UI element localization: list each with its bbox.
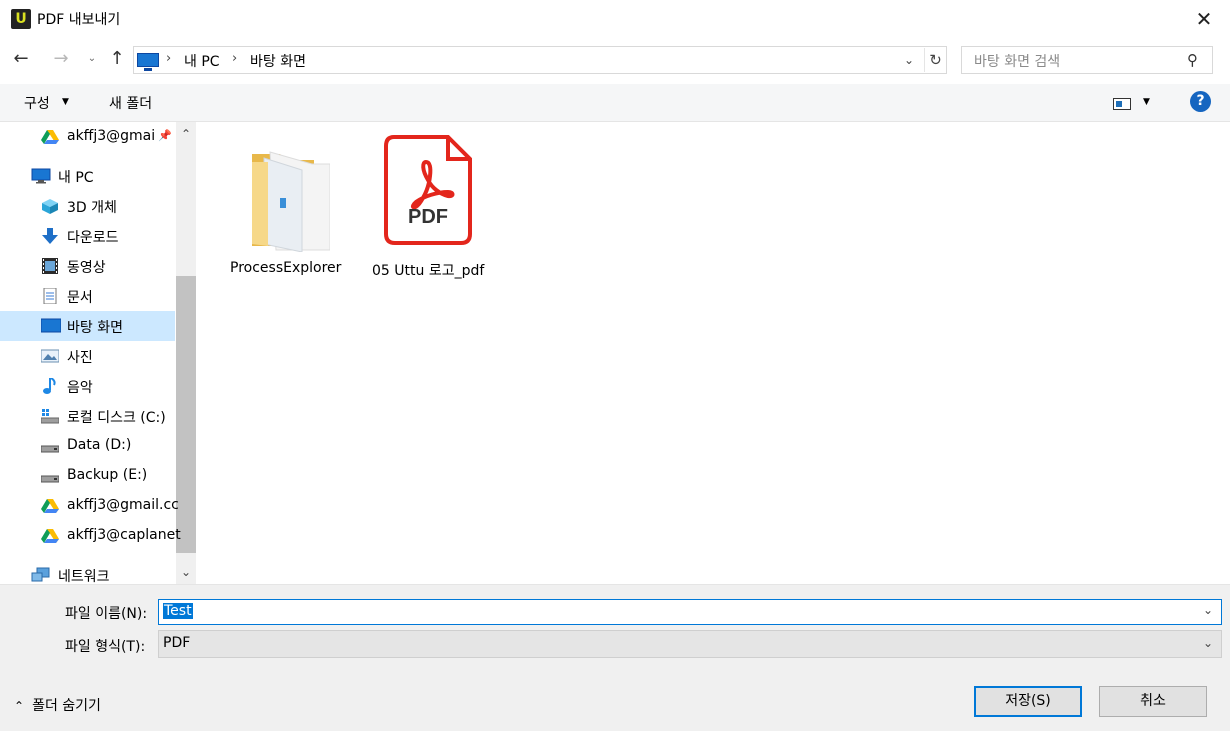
recent-locations-chevron-icon[interactable]: ⌄ [84,46,100,72]
caret-down-icon[interactable]: ▼ [62,97,69,107]
pin-icon: 📌 [158,129,172,142]
organize-button[interactable]: 구성 [24,93,50,113]
command-bar: 구성 ▼ 새 폴더 ▼ [0,84,1230,122]
nav-item-videos[interactable]: 동영상 [0,251,175,281]
breadcrumb-separator: › [166,51,172,66]
google-drive-icon [41,499,59,513]
nav-item-label: akffj3@gmai [67,128,156,144]
nav-item-label: 네트워크 [58,569,110,584]
download-icon [42,228,58,244]
filetype-select[interactable]: PDF ⌄ [158,630,1222,658]
hide-folders-button[interactable]: ⌃ 폴더 숨기기 [14,695,101,715]
nav-item-3d-objects[interactable]: 3D 개체 [0,191,175,221]
drive-icon [41,475,59,483]
nav-item-label: 동영상 [67,260,106,276]
nav-item-label: 음악 [67,380,93,396]
nav-item-network[interactable]: 네트워크 [0,560,175,584]
filename-value[interactable]: Test [163,603,193,619]
file-item-folder[interactable]: ProcessExplorer [230,132,342,282]
search-placeholder: 바탕 화면 검색 [974,54,1061,70]
video-icon [42,258,58,274]
filename-input[interactable]: Test ⌄ [158,599,1222,625]
scroll-down-icon[interactable]: ⌄ [176,560,196,584]
file-list-area[interactable]: ProcessExplorer PDF 05 Uttu 로고_pdf [196,122,1230,584]
drive-icon [41,445,59,453]
3d-objects-icon [42,199,58,214]
google-drive-icon [41,130,59,144]
window-title: PDF 내보내기 [37,12,121,28]
nav-item-label: 사진 [67,350,93,366]
nav-item-google-drive-pinned[interactable]: akffj3@gmai 📌 [0,122,175,152]
nav-item-label: 다운로드 [67,230,119,246]
pictures-icon [41,349,59,363]
google-drive-icon [41,529,59,543]
nav-item-local-disk-c[interactable]: 로컬 디스크 (C:) [0,401,175,431]
file-item-pdf[interactable]: PDF 05 Uttu 로고_pdf [372,132,485,282]
help-icon[interactable]: ? [1190,91,1211,112]
back-arrow-icon[interactable]: ← [8,46,34,72]
pc-icon [31,168,51,184]
caret-down-icon[interactable]: ▼ [1143,97,1150,107]
file-name: ProcessExplorer [230,260,342,276]
nav-item-label: 내 PC [58,170,94,186]
pdf-badge: PDF [408,206,448,228]
up-arrow-icon[interactable]: ↑ [104,46,130,72]
nav-item-label: 바탕 화면 [67,320,123,336]
network-icon [31,567,50,582]
save-button[interactable]: 저장(S) [974,686,1082,717]
nav-item-pictures[interactable]: 사진 [0,341,175,371]
new-folder-button[interactable]: 새 폴더 [109,93,152,113]
chevron-down-icon[interactable]: ⌄ [1203,636,1213,650]
filetype-value: PDF [163,635,191,651]
filename-label: 파일 이름(N): [65,606,148,622]
nav-item-label: 문서 [67,290,93,306]
nav-item-google-drive-caplanet[interactable]: akffj3@caplanet [0,521,181,551]
chevron-down-icon[interactable]: ⌄ [1203,603,1213,617]
nav-item-label: 3D 개체 [67,200,117,216]
chevron-down-icon[interactable]: ⌄ [898,49,920,71]
nav-item-backup-e[interactable]: Backup (E:) [0,461,175,491]
breadcrumb-separator: › [232,51,238,66]
nav-item-desktop[interactable]: 바탕 화면 [0,311,175,341]
nav-item-label: 로컬 디스크 (C:) [67,410,166,426]
cancel-button[interactable]: 취소 [1099,686,1207,717]
search-input[interactable]: 바탕 화면 검색 ⚲ [961,46,1213,74]
nav-item-documents[interactable]: 문서 [0,281,175,311]
file-name: 05 Uttu 로고_pdf [372,263,485,279]
nav-item-label: Data (D:) [67,437,132,453]
title-bar: U PDF 내보내기 ✕ [0,0,1230,38]
refresh-icon[interactable]: ↻ [924,48,946,72]
pc-icon [137,53,159,71]
nav-item-data-d[interactable]: Data (D:) [0,431,175,461]
pdf-file-icon [384,135,472,245]
hide-folders-label: 폴더 숨기기 [32,698,101,714]
chevron-up-icon: ⌃ [14,699,25,713]
music-icon [43,378,56,394]
navigation-pane: ⌃ ⌄ akffj3@gmai 📌 내 PC 3D 개체 다운로드 동영상 문서… [0,122,196,584]
desktop-icon [41,318,61,333]
nav-item-music[interactable]: 음악 [0,371,175,401]
filetype-label: 파일 형식(T): [65,639,146,655]
forward-arrow-icon[interactable]: → [48,46,74,72]
nav-item-this-pc[interactable]: 내 PC [0,161,175,191]
document-icon [43,288,57,304]
nav-item-label: Backup (E:) [67,467,148,483]
nav-item-downloads[interactable]: 다운로드 [0,221,175,251]
breadcrumb-this-pc[interactable]: 내 PC [184,51,220,71]
close-button[interactable]: ✕ [1184,4,1224,34]
nav-item-label: akffj3@caplanet [67,527,181,543]
app-logo-icon: U [11,9,31,29]
save-options-panel: 파일 이름(N): Test ⌄ 파일 형식(T): PDF ⌄ ⌃ 폴더 숨기기… [0,584,1230,731]
nav-item-google-drive-gmail[interactable]: akffj3@gmail.cc [0,491,179,521]
nav-item-label: akffj3@gmail.cc [67,497,179,513]
folder-icon [252,151,330,252]
breadcrumb-desktop[interactable]: 바탕 화면 [250,51,306,71]
search-icon[interactable]: ⚲ [1187,51,1198,69]
view-options-icon[interactable] [1113,98,1131,110]
address-bar[interactable]: › 내 PC › 바탕 화면 ⌄ ↻ [133,46,947,74]
windows-drive-icon [41,409,59,424]
scroll-up-icon[interactable]: ⌃ [176,122,196,146]
scrollbar-thumb[interactable] [176,276,196,553]
